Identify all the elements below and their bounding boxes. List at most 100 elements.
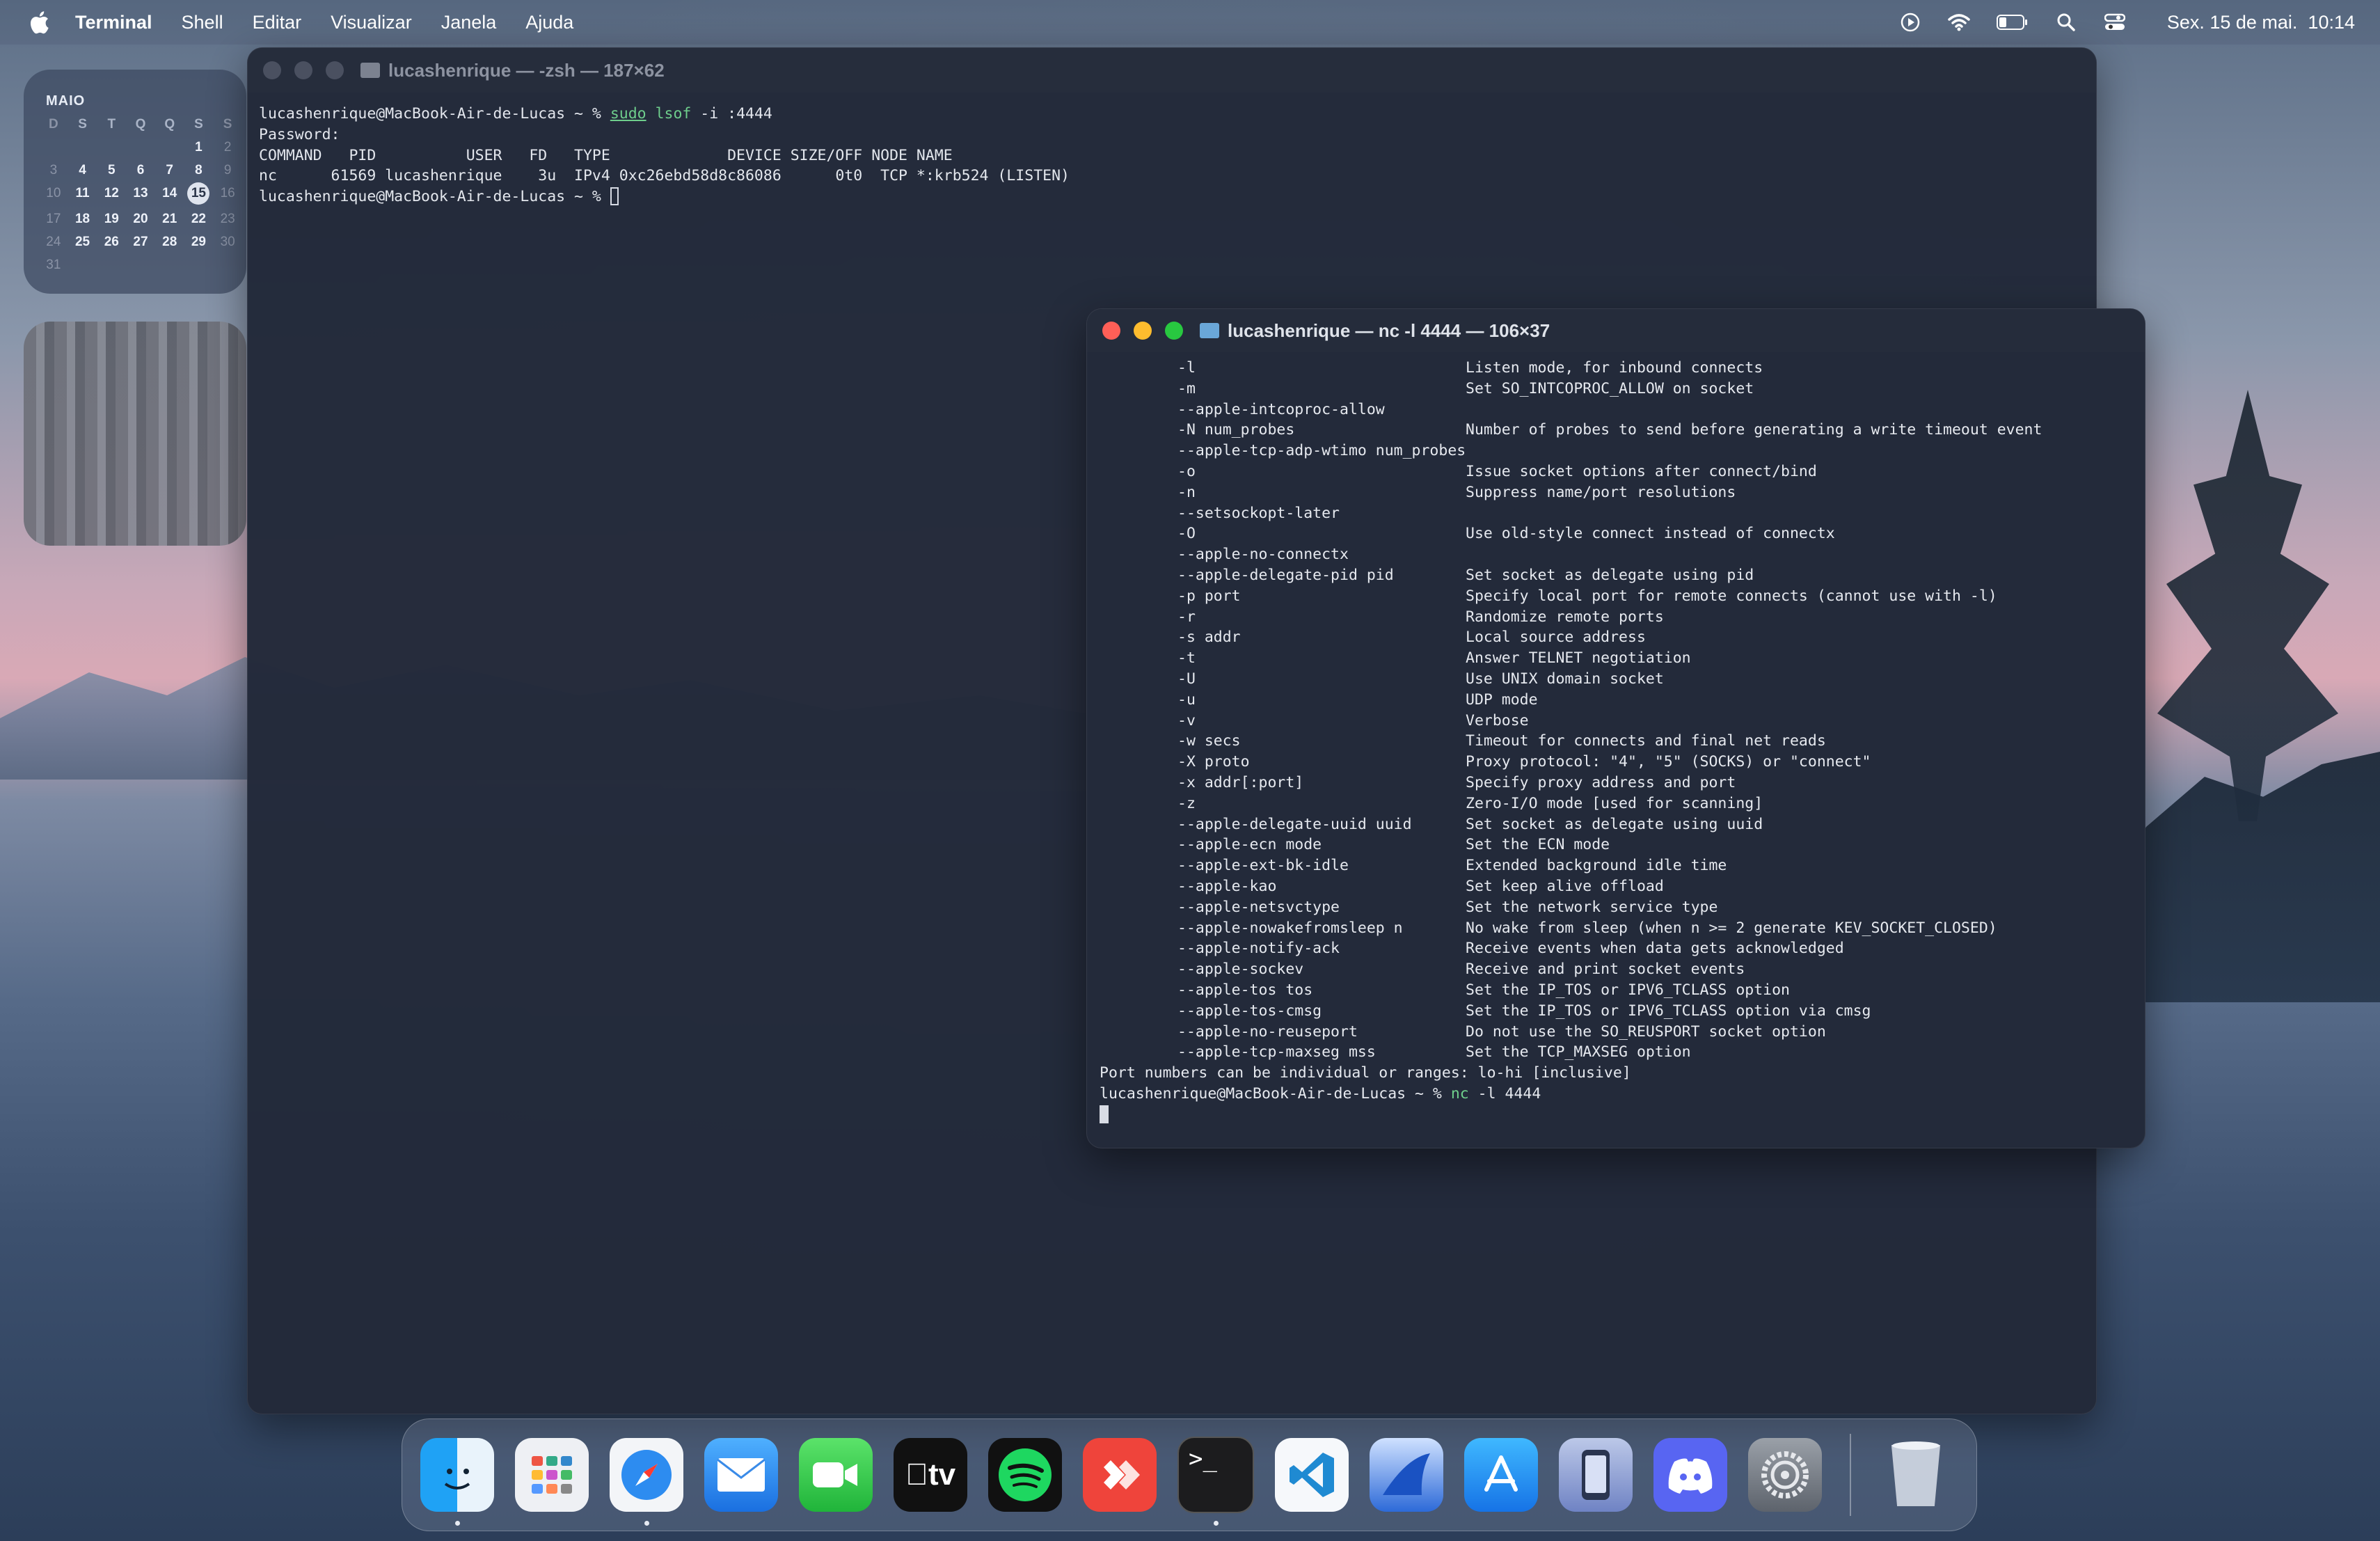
option-flag: -z (1177, 794, 1196, 812)
option-flag: --apple-ext-bk-idle (1177, 857, 1349, 875)
dock-app-spotify[interactable] (988, 1438, 1062, 1512)
option-line: -X proto Proxy protocol: "4", "5" (SOCKS)… (1100, 753, 1871, 770)
dock-app-facetime[interactable] (799, 1438, 873, 1512)
option-description: Proxy protocol: "4", "5" (SOCKS) or "con… (1466, 753, 1871, 771)
dock-app-mail[interactable] (704, 1438, 778, 1512)
wallpaper-trees (2157, 390, 2338, 821)
dock-app-apple-tv[interactable]: tv (894, 1438, 967, 1512)
dock-app-system-settings[interactable] (1748, 1438, 1822, 1512)
dock-app-anydesk[interactable] (1083, 1438, 1157, 1512)
terminal-output[interactable]: -l Listen mode, for inbound connects -m Se… (1087, 352, 2145, 1125)
calendar-day: 3 (49, 163, 58, 177)
command-args: -l 4444 (1468, 1084, 1541, 1103)
option-description: Set keep alive offload (1466, 877, 1664, 895)
calendar-day: 25 (74, 235, 90, 249)
menu-shell[interactable]: Shell (182, 12, 223, 33)
apple-menu-icon[interactable] (26, 10, 51, 35)
dock-app-app-store[interactable] (1464, 1438, 1538, 1512)
calendar-day: 18 (74, 212, 90, 226)
calendar-day: 28 (162, 235, 177, 249)
option-description: Use old-style connect instead of connect… (1466, 525, 1835, 543)
dock-app-safari[interactable] (610, 1438, 683, 1526)
running-indicator (455, 1521, 460, 1526)
calendar-day: 20 (133, 212, 148, 226)
dock-app-trash[interactable] (1879, 1438, 1953, 1512)
prompt: lucashenrique@MacBook-Air-de-Lucas ~ % (1100, 1084, 1451, 1103)
calendar-day: 5 (107, 163, 116, 177)
menu-clock[interactable]: Sex. 15 de mai. 10:14 (2167, 12, 2355, 33)
option-flag: -u (1177, 690, 1196, 709)
control-center-icon[interactable] (2103, 10, 2127, 34)
option-line: -O Use old-style connect instead of conne… (1100, 525, 1835, 542)
option-line: -t Answer TELNET negotiation (1100, 649, 1691, 667)
menu-janela[interactable]: Janela (441, 12, 497, 33)
option-description: Extended background idle time (1466, 857, 1727, 875)
option-line: --apple-nowakefromsleep n No wake from sl… (1100, 919, 1997, 937)
window-titlebar[interactable]: lucashenrique — -zsh — 187×62 (248, 48, 2096, 93)
calendar-day (126, 256, 155, 274)
option-description: Set SO_INTCOPROC_ALLOW on socket (1466, 379, 1754, 397)
option-flag: -o (1177, 462, 1196, 480)
option-line: -U Use UNIX domain socket (1100, 670, 1664, 688)
menu-app-name[interactable]: Terminal (75, 12, 152, 33)
dock-app-launchpad[interactable] (515, 1438, 589, 1512)
option-line: -x addr[:port] Specify proxy address and … (1100, 774, 1736, 791)
calendar-day (155, 256, 184, 274)
dock-app-vscode[interactable] (1275, 1438, 1349, 1512)
dock-app-terminal[interactable]: >_ (1177, 1437, 1254, 1526)
wifi-icon[interactable] (1947, 10, 1971, 34)
minimize-button[interactable] (1134, 322, 1152, 340)
option-description: Number of probes to send before generati… (1466, 421, 2042, 439)
calendar-day: 16 (220, 186, 235, 200)
menu-ajuda[interactable]: Ajuda (525, 12, 573, 33)
calendar-day: 15 (187, 182, 210, 205)
terminal-window-nc[interactable]: lucashenrique — nc -l 4444 — 106×37 -l Li… (1086, 308, 2145, 1148)
calendar-day (97, 139, 126, 156)
option-line: --apple-kao Set keep alive offload (1100, 878, 1664, 895)
window-titlebar[interactable]: lucashenrique — nc -l 4444 — 106×37 (1087, 309, 2145, 352)
option-flag: --setsockopt-later (1177, 504, 1340, 522)
spotlight-search-icon[interactable] (2054, 10, 2078, 34)
option-description: Set the ECN mode (1466, 836, 1610, 854)
dock-app-discord[interactable] (1653, 1438, 1727, 1512)
dock-app-wireshark[interactable] (1370, 1438, 1443, 1512)
calendar-weekday: S (194, 117, 203, 132)
calendar-day: 22 (191, 212, 206, 226)
calendar-day (68, 256, 97, 274)
option-line: --apple-intcoproc-allow (1100, 401, 1466, 418)
option-flag: -O (1177, 525, 1196, 543)
dock-app-finder[interactable] (420, 1438, 494, 1526)
dock-app-simulator[interactable] (1559, 1438, 1633, 1512)
calendar-day: 4 (79, 163, 86, 177)
apple-tv-icon: tv (905, 1457, 955, 1492)
calendar-weekday: S (78, 117, 87, 132)
option-flag: -x addr[:port] (1177, 773, 1304, 791)
option-line: --apple-tcp-adp-wtimo num_probes (1100, 442, 1466, 459)
menu-editar[interactable]: Editar (253, 12, 302, 33)
minimize-button[interactable] (294, 61, 312, 79)
zoom-button[interactable] (1165, 322, 1183, 340)
photo-widget[interactable] (24, 322, 246, 546)
calendar-weekday: T (107, 117, 116, 132)
battery-icon[interactable] (1996, 10, 2029, 34)
calendar-day: 29 (191, 235, 206, 249)
close-button[interactable] (1102, 322, 1120, 340)
option-flag: --apple-tcp-adp-wtimo num_probes (1177, 442, 1466, 460)
terminal-output[interactable]: lucashenrique@MacBook-Air-de-Lucas ~ % s… (248, 93, 2096, 207)
terminal-cursor (610, 187, 619, 206)
password-line: Password: (259, 125, 340, 143)
calendar-day (68, 139, 97, 156)
calendar-widget[interactable]: MAIO D S T Q Q S S 1 2 3 4 5 6 7 8 9 10 11 12 13 14 15 16 17 18 1… (24, 70, 246, 294)
command-nc: nc (1450, 1084, 1469, 1103)
calendar-day: 7 (166, 163, 173, 177)
option-description: Local source address (1466, 629, 1646, 647)
calendar-day: 26 (104, 235, 119, 249)
option-flag: --apple-delegate-pid pid (1177, 566, 1394, 584)
command-lsof: lsof (655, 105, 692, 123)
option-flag: -l (1177, 359, 1196, 377)
calendar-day: 21 (162, 212, 177, 226)
close-button[interactable] (263, 61, 281, 79)
menu-visualizar[interactable]: Visualizar (331, 12, 412, 33)
play-circle-icon[interactable] (1898, 10, 1922, 34)
zoom-button[interactable] (326, 61, 344, 79)
